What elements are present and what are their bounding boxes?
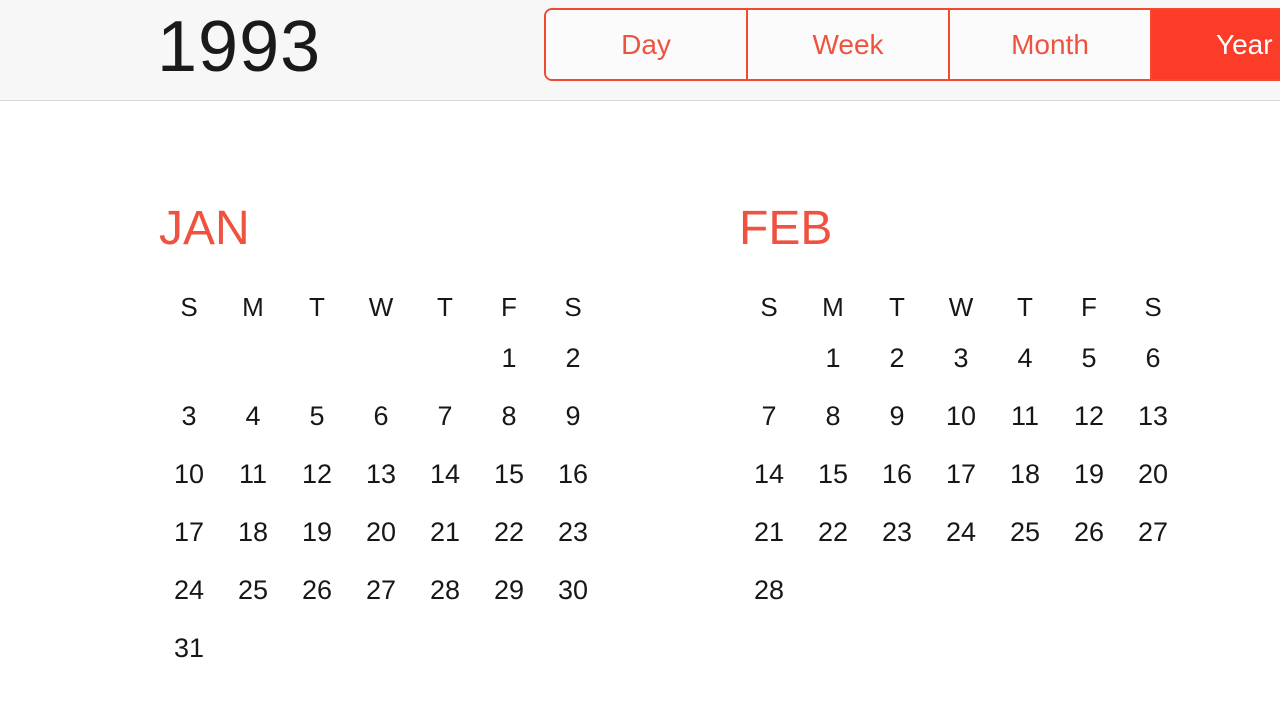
segment-week[interactable]: Week [748,10,950,79]
day-cell[interactable]: 18 [993,459,1057,489]
day-cell[interactable]: 10 [929,401,993,431]
weekday-header-cell: T [437,292,453,322]
day-cell[interactable]: 17 [929,459,993,489]
week-row: 123456 [737,329,1185,387]
day-cell[interactable]: 31 [157,633,221,663]
day-cell[interactable]: 23 [541,517,605,547]
day-cell[interactable]: 14 [737,459,801,489]
segment-day[interactable]: Day [546,10,748,79]
weekday-header-row: SMTWTFS [737,285,1185,329]
day-cell[interactable]: 2 [865,343,929,373]
day-cell[interactable]: 22 [477,517,541,547]
month-jan: JAN S M T W T F S 1 2 3 4 5 6 7 8 9 10 11 12 13 14 15 16 17 18 19 2… [157,205,605,677]
weekday-header-cell: S [180,292,198,322]
day-cell[interactable]: 17 [157,517,221,547]
day-cell[interactable]: 4 [993,343,1057,373]
day-cell[interactable]: 19 [1057,459,1121,489]
month-name-label[interactable]: FEB [739,205,1185,253]
week-row: 14 15 16 17 18 19 20 [737,445,1185,503]
day-cell[interactable]: 27 [349,575,413,605]
week-row: 24 25 26 27 28 29 30 [157,561,605,619]
week-row: 31 [157,619,605,677]
calendar-app: 1993 Day Week Month Year JAN S M T W T F S 1 2 3 4 5 6 7 8… [0,0,1280,720]
day-cell[interactable]: 6 [349,401,413,431]
weekday-header-cell: W [948,292,974,322]
week-row: 10 11 12 13 14 15 16 [157,445,605,503]
day-cell[interactable]: 5 [1057,343,1121,373]
day-cell[interactable]: 27 [1121,517,1185,547]
months-grid: JAN S M T W T F S 1 2 3 4 5 6 7 8 9 10 11 12 13 14 15 16 17 18 19 2… [0,101,1280,720]
day-cell[interactable]: 21 [413,517,477,547]
day-cell[interactable]: 28 [413,575,477,605]
day-cell[interactable]: 26 [1057,517,1121,547]
week-row: 12 [157,329,605,387]
day-cell[interactable]: 28 [737,575,801,605]
weekday-header-row: SMTWTFS [157,285,605,329]
day-cell[interactable]: 11 [993,401,1057,431]
day-cell[interactable]: 12 [1057,401,1121,431]
weekday-header-cell: M [242,292,264,322]
weekday-header-cell: W [368,292,394,322]
day-cell[interactable]: 25 [221,575,285,605]
weekday-header-cell: T [309,292,325,322]
weekday-header-cell: T [1017,292,1033,322]
day-cell[interactable]: 8 [477,401,541,431]
day-cell[interactable]: 25 [993,517,1057,547]
weekday-header-cell: S [564,292,582,322]
day-cell[interactable]: 22 [801,517,865,547]
day-cell[interactable]: 4 [221,401,285,431]
day-cell[interactable]: 10 [157,459,221,489]
page-title: 1993 [157,7,322,87]
weekday-header-cell: M [822,292,844,322]
day-cell[interactable]: 6 [1121,343,1185,373]
header-bar: 1993 Day Week Month Year [0,0,1280,101]
day-cell[interactable]: 13 [349,459,413,489]
week-row: 17 18 19 20 21 22 23 [157,503,605,561]
day-cell[interactable]: 1 [801,343,865,373]
day-cell[interactable]: 11 [221,459,285,489]
day-cell[interactable]: 23 [865,517,929,547]
segment-year[interactable]: Year [1152,10,1280,79]
day-cell[interactable]: 3 [929,343,993,373]
week-row: 3456789 [157,387,605,445]
day-cell[interactable]: 18 [221,517,285,547]
day-cell[interactable]: 9 [865,401,929,431]
day-cell[interactable]: 24 [929,517,993,547]
weekday-header-cell: F [501,292,517,322]
day-cell[interactable]: 9 [541,401,605,431]
day-cell[interactable]: 13 [1121,401,1185,431]
day-cell[interactable]: 26 [285,575,349,605]
day-cell[interactable]: 29 [477,575,541,605]
weekday-header-cell: T [889,292,905,322]
day-cell[interactable]: 16 [541,459,605,489]
day-cell[interactable]: 24 [157,575,221,605]
day-cell[interactable]: 20 [349,517,413,547]
month-feb: FEB S M T W T F S 1 2 3 4 5 6 7 8 9 10 11 12 13 14 15 16 17 18 19 2… [737,205,1185,619]
day-cell[interactable]: 30 [541,575,605,605]
day-cell[interactable]: 2 [541,343,605,373]
day-cell[interactable]: 7 [737,401,801,431]
day-cell[interactable]: 3 [157,401,221,431]
weekday-header-cell: S [760,292,778,322]
week-row: 7 8 9 10 11 12 13 [737,387,1185,445]
week-row: 21 22 23 24 25 26 27 [737,503,1185,561]
day-cell[interactable]: 20 [1121,459,1185,489]
day-cell[interactable]: 1 [477,343,541,373]
day-cell[interactable]: 7 [413,401,477,431]
day-cell[interactable]: 14 [413,459,477,489]
day-cell[interactable]: 5 [285,401,349,431]
day-cell[interactable]: 15 [477,459,541,489]
day-cell[interactable]: 21 [737,517,801,547]
day-cell[interactable]: 12 [285,459,349,489]
weekday-header-cell: S [1144,292,1162,322]
day-cell[interactable]: 19 [285,517,349,547]
day-cell[interactable]: 16 [865,459,929,489]
weekday-header-cell: F [1081,292,1097,322]
month-name-label[interactable]: JAN [159,205,605,253]
week-row: 28 [737,561,1185,619]
day-cell[interactable]: 15 [801,459,865,489]
view-mode-segmented-control[interactable]: Day Week Month Year [544,8,1280,81]
day-cell[interactable]: 8 [801,401,865,431]
segment-month[interactable]: Month [950,10,1152,79]
